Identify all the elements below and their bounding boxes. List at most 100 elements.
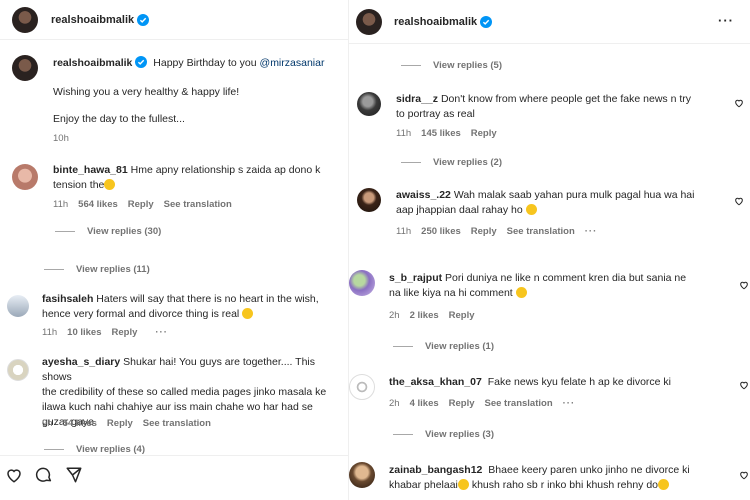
reply-button[interactable]: Reply — [471, 128, 497, 139]
comment-likes[interactable]: 564 likes — [78, 199, 118, 210]
verified-badge-icon — [137, 13, 150, 26]
see-translation-button[interactable]: See translation — [507, 226, 575, 237]
commenter-avatar[interactable] — [357, 188, 381, 212]
reply-button[interactable]: Reply — [112, 327, 138, 338]
commenter-avatar[interactable] — [349, 374, 375, 400]
see-translation-button[interactable]: See translation — [164, 199, 232, 210]
commenter-avatar[interactable] — [12, 164, 38, 190]
view-replies-button[interactable]: View replies (1) — [393, 341, 494, 352]
commenter-avatar[interactable] — [349, 270, 375, 296]
comment-likes[interactable]: 54 likes — [63, 418, 97, 429]
comment-meta: 9h 54 likes Reply See translation — [42, 418, 211, 429]
comment-text: ilawa kuch nahi chahiye aur iss main cha… — [42, 401, 313, 413]
reply-button[interactable]: Reply — [449, 398, 475, 409]
verified-badge-icon — [480, 15, 493, 28]
comment-likes[interactable]: 2 likes — [410, 310, 439, 321]
comment-time: 2h — [389, 398, 400, 409]
caption-text-2: Enjoy the day to the fullest... — [53, 113, 185, 125]
see-translation-button[interactable]: See translation — [143, 418, 211, 429]
comment-text: khush raho sb r inko bhi khush rehny do — [471, 479, 659, 491]
comment-meta: 2h 2 likes Reply — [389, 310, 475, 321]
avatar[interactable] — [12, 6, 38, 33]
left-post-panel: realshoaibmalik realshoaibmalik Happy Bi… — [0, 0, 348, 500]
comment-text: Wah malak saab yahan pura mulk pagal hua… — [453, 189, 695, 201]
share-icon[interactable] — [65, 466, 83, 484]
caption-time: 10h — [53, 133, 69, 144]
more-options-icon[interactable]: ··· — [585, 226, 598, 237]
caption-mention[interactable]: @mirzasaniar — [260, 57, 325, 69]
see-translation-button[interactable]: See translation — [485, 398, 553, 409]
caption-username[interactable]: realshoaibmalik — [53, 57, 132, 69]
comment-likes[interactable]: 4 likes — [410, 398, 439, 409]
comment-icon[interactable] — [35, 466, 53, 484]
caption-text-1: Wishing you a very healthy & happy life! — [53, 86, 240, 98]
comment-text: Fake news kyu felate h ap ke divorce ki — [487, 376, 672, 388]
more-options-icon[interactable]: ··· — [718, 13, 734, 28]
view-replies-label: View replies (4) — [76, 444, 145, 455]
like-comment-heart-icon[interactable] — [739, 470, 749, 480]
comment-username[interactable]: sidra__z — [396, 93, 438, 105]
post-action-bar — [0, 455, 348, 500]
post-author-username[interactable]: realshoaibmalik — [394, 16, 477, 28]
post-header: realshoaibmalik ··· — [349, 0, 750, 44]
commenter-avatar[interactable] — [357, 92, 381, 116]
reply-button[interactable]: Reply — [471, 226, 497, 237]
comment-fasihsaleh: fasihsaleh Haters will say that there is… — [42, 292, 342, 322]
comment-text: na like kiya na hi comment — [389, 287, 513, 299]
commenter-avatar[interactable] — [7, 295, 29, 317]
view-replies-button[interactable]: View replies (2) — [401, 157, 502, 168]
comment-likes[interactable]: 10 likes — [67, 327, 101, 338]
commenter-avatar[interactable] — [349, 462, 375, 488]
comment-username[interactable]: awaiss_.22 — [396, 189, 451, 201]
comment-username[interactable]: s_b_rajput — [389, 272, 442, 284]
comment-s-b-rajput: s_b_rajput Pori duniya ne like n comment… — [389, 271, 734, 301]
comment-username[interactable]: fasihsaleh — [42, 293, 93, 305]
post-header: realshoaibmalik — [0, 0, 348, 40]
commenter-avatar[interactable] — [7, 359, 29, 381]
laughing-emoji-icon — [525, 204, 537, 215]
comment-text: Bhaee keery paren unko jinho ne divorce … — [488, 464, 690, 476]
comment-likes[interactable]: 250 likes — [421, 226, 461, 237]
like-comment-heart-icon[interactable] — [739, 280, 749, 290]
view-replies-label: View replies (3) — [425, 429, 494, 440]
comment-text: Hme apny relationship s zaida ap dono k — [130, 164, 321, 176]
avatar[interactable] — [356, 8, 382, 35]
view-replies-button[interactable]: View replies (5) — [401, 60, 502, 71]
caption-greeting: Happy Birthday to you — [153, 57, 257, 69]
comment-text: Haters will say that there is no heart i… — [96, 293, 319, 305]
comment-username[interactable]: zainab_bangash12 — [389, 464, 482, 476]
comment-time: 11h — [396, 128, 412, 139]
more-options-icon[interactable]: ··· — [155, 327, 168, 338]
like-comment-heart-icon[interactable] — [734, 196, 744, 206]
comment-likes[interactable]: 145 likes — [421, 128, 461, 139]
like-comment-heart-icon[interactable] — [734, 98, 744, 108]
like-heart-icon[interactable] — [5, 466, 23, 484]
comment-username[interactable]: binte_hawa_81 — [53, 164, 128, 176]
reply-button[interactable]: Reply — [107, 418, 133, 429]
comment-text: khabar phelaai — [389, 479, 458, 491]
comment-text: the credibility of these so called media… — [42, 386, 327, 398]
view-replies-button[interactable]: View replies (4) — [44, 444, 145, 455]
comment-username[interactable]: the_aksa_khan_07 — [389, 376, 482, 388]
caption-avatar[interactable] — [12, 55, 38, 81]
comment-text: aap jhappian daal rahay ho — [396, 204, 523, 216]
comment-username[interactable]: ayesha_s_diary — [42, 356, 120, 368]
post-author-username[interactable]: realshoaibmalik — [51, 14, 134, 26]
comment-time: 11h — [396, 226, 412, 237]
view-replies-button[interactable]: View replies (3) — [393, 429, 494, 440]
reply-button[interactable]: Reply — [128, 199, 154, 210]
view-replies-button[interactable]: View replies (11) — [44, 264, 150, 275]
right-post-panel: realshoaibmalik ··· View replies (5) sid… — [348, 0, 750, 500]
reply-button[interactable]: Reply — [449, 310, 475, 321]
comment-zainab-bangash12: zainab_bangash12 Bhaee keery paren unko … — [389, 463, 739, 493]
comment-binte-hawa-81: binte_hawa_81 Hme apny relationship s za… — [53, 163, 343, 193]
verified-badge-icon — [135, 56, 148, 68]
comment-time: 11h — [53, 199, 69, 210]
surprised-emoji-icon — [515, 287, 527, 298]
smile-emoji-icon — [658, 479, 670, 490]
comment-sidra-z: sidra__z Don't know from where people ge… — [396, 92, 726, 122]
comment-meta: 11h 145 likes Reply — [396, 128, 497, 139]
more-options-icon[interactable]: ··· — [563, 398, 576, 409]
view-replies-button[interactable]: View replies (30) — [55, 226, 161, 237]
like-comment-heart-icon[interactable] — [739, 380, 749, 390]
